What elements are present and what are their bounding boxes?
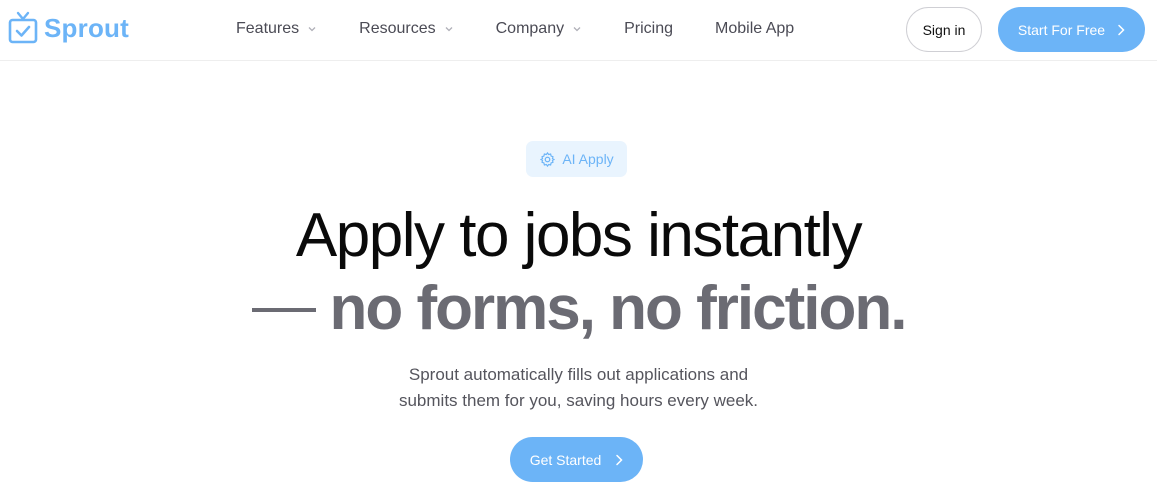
nav-item-label: Company xyxy=(495,20,565,37)
main-menu: Features Resources Company Pricing Mobil… xyxy=(236,0,836,58)
gear-icon xyxy=(540,151,556,167)
nav-item-label: Features xyxy=(236,20,300,37)
hero-headline-line1: Apply to jobs instantly xyxy=(295,201,863,270)
chevron-down-icon xyxy=(573,27,581,32)
hero-headline-line2: no forms, no friction. xyxy=(0,274,1157,344)
sign-in-button[interactable]: Sign in xyxy=(906,7,982,52)
chevron-right-icon xyxy=(616,454,623,465)
chevron-down-icon xyxy=(308,27,316,32)
start-for-free-label: Start For Free xyxy=(1017,21,1106,38)
nav-item-label: Mobile App xyxy=(715,20,795,37)
nav-item-company[interactable]: Company xyxy=(496,20,582,38)
badge-label: AI Apply xyxy=(562,151,614,167)
get-started-label: Get Started xyxy=(529,451,602,468)
nav-item-features[interactable]: Features xyxy=(236,20,317,38)
nav-item-mobile-app[interactable]: Mobile App xyxy=(715,20,794,38)
tv-check-icon xyxy=(8,11,38,44)
brand-logo[interactable]: Sprout xyxy=(8,8,129,48)
hero-headline-line2-text: no forms, no friction. xyxy=(329,274,908,343)
hero-subtext-line1: Sprout automatically fills out applicati… xyxy=(408,365,749,384)
chevron-down-icon xyxy=(445,27,453,32)
hero-subtext-line2: submits them for you, saving hours every… xyxy=(398,391,759,410)
chevron-right-icon xyxy=(1118,24,1125,35)
get-started-button[interactable]: Get Started xyxy=(510,437,643,482)
nav-item-label: Resources xyxy=(359,20,436,37)
top-navbar: Sprout Features Resources Company Pricin… xyxy=(0,0,1157,61)
brand-name: Sprout xyxy=(44,12,129,43)
ai-apply-badge: AI Apply xyxy=(526,141,627,177)
nav-item-label: Pricing xyxy=(624,20,674,37)
start-for-free-button[interactable]: Start For Free xyxy=(998,7,1145,52)
nav-item-pricing[interactable]: Pricing xyxy=(624,20,673,38)
nav-item-resources[interactable]: Resources xyxy=(359,20,453,38)
em-dash xyxy=(251,307,316,312)
